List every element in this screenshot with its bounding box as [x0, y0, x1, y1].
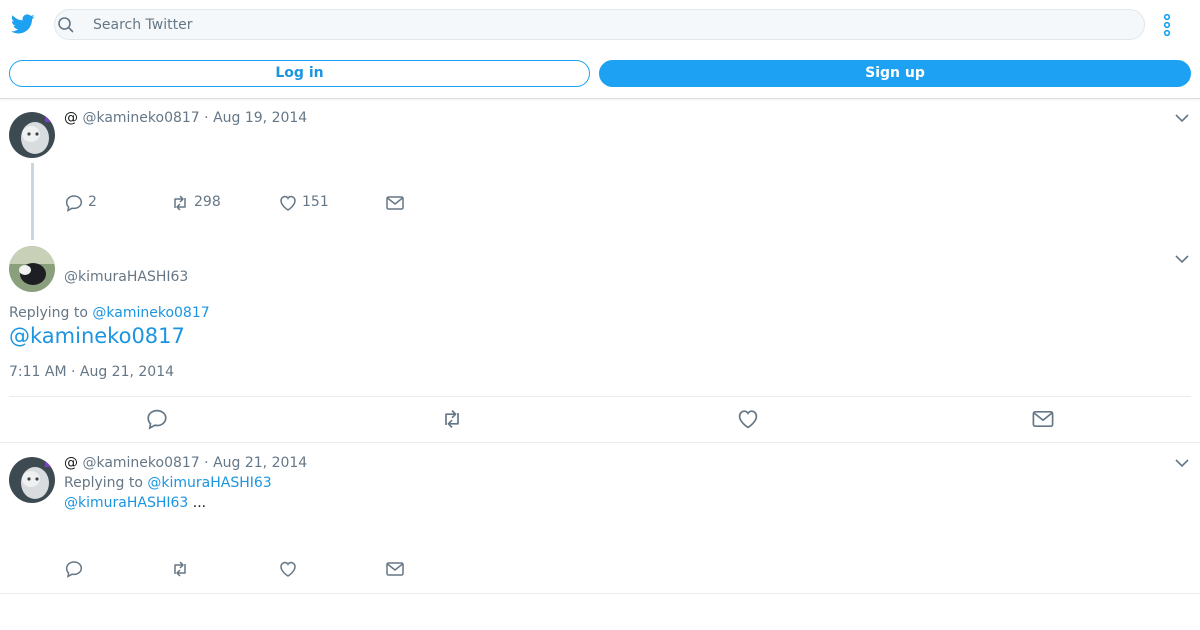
message-icon [386, 562, 404, 576]
tweet-date[interactable]: Aug 21, 2014 [213, 455, 307, 471]
avatar[interactable] [9, 457, 55, 503]
retweet-icon [174, 195, 186, 211]
search-bar[interactable] [54, 9, 1145, 40]
separator: · [199, 110, 214, 126]
search-input[interactable] [93, 14, 1133, 36]
replying-to-link[interactable]: @kamineko0817 [92, 305, 209, 321]
like-action[interactable] [278, 559, 298, 579]
message-icon[interactable] [1030, 407, 1056, 431]
tweet-text[interactable]: @kimuraHASHI63 ... [64, 495, 206, 511]
like-icon[interactable] [736, 407, 760, 431]
login-button[interactable]: Log in [9, 60, 590, 87]
message-action[interactable] [385, 559, 405, 579]
cat-avatar-image [9, 457, 55, 503]
tweet-text[interactable]: @kamineko0817 [9, 324, 185, 348]
chevron-down-icon[interactable] [1174, 457, 1190, 469]
tweet-header: @ @kamineko0817 · Aug 19, 2014 [64, 110, 307, 126]
top-bar: Log in Sign up [0, 0, 1200, 99]
like-count: 151 [302, 194, 329, 210]
replying-to: Replying to @kimuraHASHI63 [64, 475, 272, 491]
replying-to: Replying to @kamineko0817 [9, 305, 210, 321]
user-handle[interactable]: @kimuraHASHI63 [64, 269, 188, 285]
retweet-icon [174, 561, 186, 577]
replying-to-label: Replying to [64, 475, 148, 491]
retweet-count: 298 [194, 194, 221, 210]
replying-to-link[interactable]: @kimuraHASHI63 [147, 475, 271, 491]
reply-action[interactable]: 2 [64, 193, 124, 213]
chevron-down-icon[interactable] [1174, 253, 1190, 265]
signup-button[interactable]: Sign up [599, 60, 1191, 87]
like-action[interactable]: 151 [278, 193, 348, 213]
reply-action[interactable] [64, 559, 84, 579]
reply-count: 2 [88, 194, 97, 210]
avatar[interactable] [9, 246, 55, 292]
mention-link[interactable]: @kimuraHASHI63 [64, 495, 188, 511]
separator: · [199, 455, 214, 471]
avatar[interactable] [9, 112, 55, 158]
cat-avatar-image [9, 246, 55, 292]
replying-to-label: Replying to [9, 305, 93, 321]
reply-icon [65, 561, 83, 578]
divider [0, 593, 1200, 594]
like-icon [280, 561, 296, 577]
search-icon [58, 17, 74, 33]
user-handle[interactable]: @kamineko0817 [82, 455, 199, 471]
divider [0, 442, 1200, 443]
reply-icon [65, 195, 83, 212]
user-handle[interactable]: @kamineko0817 [82, 110, 199, 126]
message-icon [386, 196, 404, 210]
retweet-icon[interactable] [439, 407, 465, 431]
more-vertical-icon[interactable] [1158, 12, 1176, 38]
reply-icon[interactable] [145, 407, 169, 431]
tweet-text-rest: ... [188, 495, 207, 511]
thread-line [31, 163, 34, 240]
retweet-action[interactable]: 298 [170, 193, 240, 213]
tweet-header: @ @kamineko0817 · Aug 21, 2014 [64, 455, 307, 471]
chevron-down-icon[interactable] [1174, 112, 1190, 124]
display-name[interactable]: @ [64, 110, 78, 126]
message-action[interactable] [385, 193, 405, 213]
tweet-timestamp[interactable]: 7:11 AM · Aug 21, 2014 [9, 364, 174, 380]
like-icon [280, 195, 296, 211]
cat-avatar-image [9, 112, 55, 158]
display-name[interactable]: @ [64, 455, 78, 471]
divider [9, 396, 1191, 397]
retweet-action[interactable] [170, 559, 190, 579]
tweet-date[interactable]: Aug 19, 2014 [213, 110, 307, 126]
twitter-logo-icon[interactable] [10, 12, 36, 36]
